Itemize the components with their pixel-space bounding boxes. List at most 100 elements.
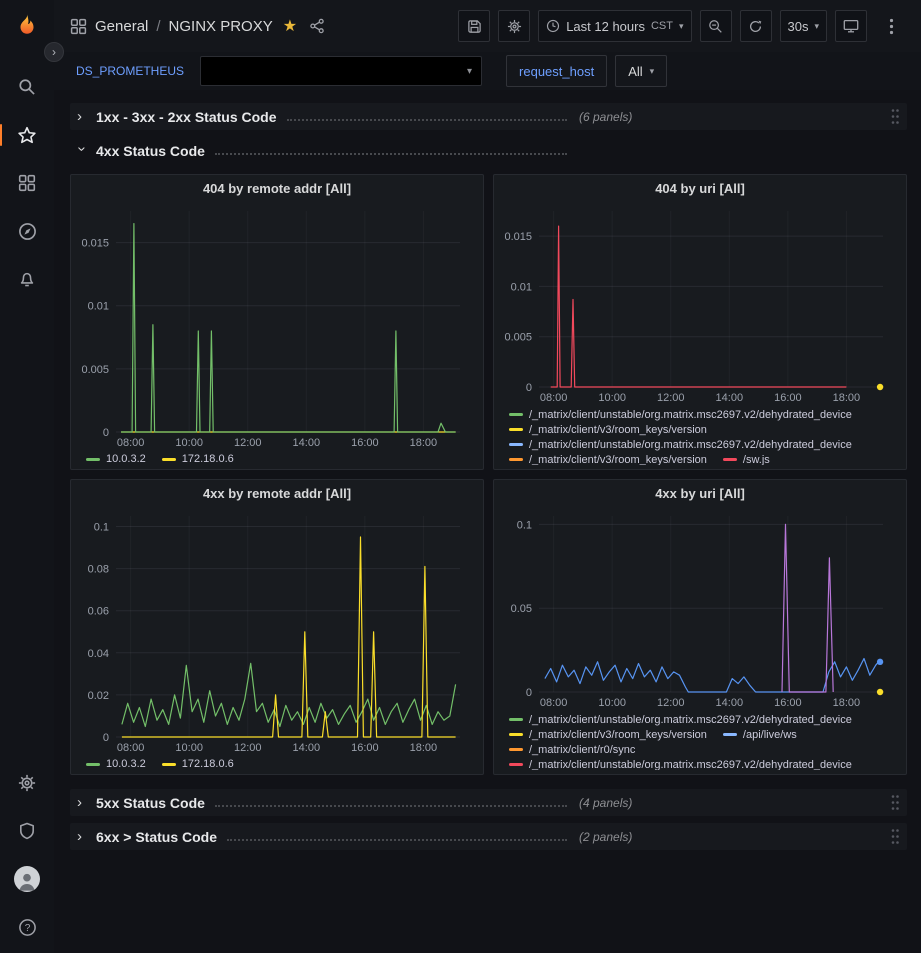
chevron-down-icon: ▾ — [679, 21, 684, 32]
variable-ds-prometheus-label[interactable]: DS_PROMETHEUS — [70, 64, 190, 78]
dashboard-row-6xx[interactable]: › 6xx > Status Code (2 panels) — [70, 823, 907, 850]
sidebar-item-starred[interactable] — [0, 111, 54, 159]
breadcrumb-dashboard-title[interactable]: NGINX PROXY — [169, 18, 273, 35]
row-drag-handle[interactable] — [890, 794, 900, 811]
tv-mode-button[interactable] — [835, 10, 867, 42]
svg-text:12:00: 12:00 — [657, 697, 685, 709]
row-title: 1xx - 3xx - 2xx Status Code — [96, 109, 277, 125]
legend-item[interactable]: /sw.js — [723, 454, 770, 465]
dashboard-row-5xx[interactable]: › 5xx Status Code (4 panels) — [70, 789, 907, 816]
timeseries-chart[interactable]: 00.050.108:0010:0012:0014:0016:0018:00 — [501, 508, 899, 711]
sidebar-item-alerting[interactable] — [0, 255, 54, 303]
grafana-flame-icon — [12, 12, 42, 42]
svg-text:16:00: 16:00 — [351, 742, 379, 754]
svg-text:08:00: 08:00 — [117, 437, 145, 449]
svg-text:14:00: 14:00 — [293, 742, 321, 754]
panel: 404 by uri [All] 00.0050.010.01508:0010:… — [493, 174, 907, 470]
panel-title[interactable]: 404 by uri [All] — [501, 175, 899, 203]
sidebar-item-explore[interactable] — [0, 207, 54, 255]
legend-item[interactable]: 10.0.3.2 — [86, 453, 146, 465]
legend-item[interactable]: /_matrix/client/unstable/org.matrix.msc2… — [509, 409, 852, 421]
panel-legend: 10.0.3.2 172.18.0.6 — [78, 450, 476, 465]
sidebar-item-search[interactable] — [0, 63, 54, 111]
timezone-label: CST — [651, 20, 673, 32]
svg-text:0.005: 0.005 — [504, 332, 532, 344]
legend-series-label: /api/live/ws — [743, 729, 797, 741]
svg-text:08:00: 08:00 — [540, 392, 568, 404]
legend-series-label: /sw.js — [743, 454, 770, 465]
request-host-label-text: request_host — [519, 64, 594, 79]
timeseries-chart[interactable]: 00.020.040.060.080.108:0010:0012:0014:00… — [78, 508, 476, 755]
row-panel-count: (6 panels) — [579, 110, 632, 124]
legend-item[interactable]: /_matrix/client/unstable/org.matrix.msc2… — [509, 714, 852, 726]
legend-item[interactable]: 172.18.0.6 — [162, 453, 234, 465]
svg-text:0.04: 0.04 — [88, 648, 109, 660]
sidebar-item-dashboards[interactable] — [0, 159, 54, 207]
grafana-logo[interactable] — [9, 9, 45, 45]
variable-request-host-label[interactable]: request_host — [506, 55, 607, 87]
svg-text:0.005: 0.005 — [81, 364, 109, 376]
legend-item[interactable]: /_matrix/client/v3/room_keys/version — [509, 729, 707, 741]
svg-text:0.06: 0.06 — [88, 606, 109, 618]
panel: 4xx by remote addr [All] 00.020.040.060.… — [70, 479, 484, 775]
svg-text:0.02: 0.02 — [88, 690, 109, 702]
sidebar-item-profile[interactable] — [0, 855, 54, 903]
refresh-interval-picker[interactable]: 30s ▾ — [780, 10, 828, 42]
timeseries-chart[interactable]: 00.0050.010.01508:0010:0012:0014:0016:00… — [501, 203, 899, 406]
legend-item[interactable]: /_matrix/client/r0/sync — [509, 744, 635, 756]
time-range-label: Last 12 hours — [566, 19, 645, 34]
legend-series-swatch — [509, 733, 523, 736]
legend-item[interactable]: 172.18.0.6 — [162, 758, 234, 770]
kebab-icon — [889, 18, 894, 35]
chevron-down-icon: ▾ — [814, 21, 819, 32]
panel-title[interactable]: 4xx by uri [All] — [501, 480, 899, 508]
panel-title[interactable]: 4xx by remote addr [All] — [78, 480, 476, 508]
dashboards-grid-icon — [18, 174, 36, 192]
legend-series-label: /_matrix/client/unstable/org.matrix.msc2… — [529, 409, 852, 421]
row-title-dots — [215, 805, 567, 807]
zoom-out-button[interactable] — [700, 10, 732, 42]
variable-ds-prometheus-value-dropdown[interactable]: ▾ — [200, 56, 482, 86]
svg-text:0: 0 — [103, 427, 109, 439]
legend-item[interactable]: 10.0.3.2 — [86, 758, 146, 770]
panel-title[interactable]: 404 by remote addr [All] — [78, 175, 476, 203]
panel: 4xx by uri [All] 00.050.108:0010:0012:00… — [493, 479, 907, 775]
legend-series-label: /_matrix/client/unstable/org.matrix.msc2… — [529, 714, 852, 726]
svg-text:0.08: 0.08 — [88, 564, 109, 576]
top-navbar: General / NGINX PROXY ★ — [54, 0, 921, 52]
panel-legend: /_matrix/client/unstable/org.matrix.msc2… — [501, 711, 899, 770]
time-range-picker[interactable]: Last 12 hours CST ▾ — [538, 10, 691, 42]
row-drag-handle[interactable] — [890, 828, 900, 845]
save-dashboard-button[interactable] — [458, 10, 490, 42]
legend-item[interactable]: /_matrix/client/unstable/org.matrix.msc2… — [509, 759, 852, 770]
monitor-icon — [843, 18, 859, 34]
variable-request-host-value-dropdown[interactable]: All ▾ — [615, 55, 667, 87]
dashboard-row-1xx-3xx-2xx[interactable]: › 1xx - 3xx - 2xx Status Code (6 panels) — [70, 103, 907, 130]
more-options-kebab-button[interactable] — [875, 10, 907, 42]
row-title: 6xx > Status Code — [96, 829, 217, 845]
dashboard-apps-icon — [70, 18, 87, 35]
refresh-button[interactable] — [740, 10, 772, 42]
avatar — [14, 866, 40, 892]
svg-text:0: 0 — [526, 382, 532, 394]
sidebar-item-configuration[interactable] — [0, 759, 54, 807]
legend-series-swatch — [509, 458, 523, 461]
row-drag-handle[interactable] — [890, 108, 900, 125]
legend-item[interactable]: /_matrix/client/v3/room_keys/version — [509, 454, 707, 465]
sidebar-item-help[interactable]: ? — [0, 903, 54, 951]
favorite-star-icon[interactable]: ★ — [283, 16, 297, 36]
svg-text:0.1: 0.1 — [94, 522, 109, 534]
sidebar-item-server-admin[interactable] — [0, 807, 54, 855]
dashboard-settings-button[interactable] — [498, 10, 530, 42]
legend-item[interactable]: /api/live/ws — [723, 729, 797, 741]
legend-item[interactable]: /_matrix/client/v3/room_keys/version — [509, 424, 707, 436]
dashboard-row-4xx[interactable]: › 4xx Status Code — [70, 137, 907, 164]
breadcrumb-section[interactable]: General — [95, 18, 148, 35]
sidebar-expand-button[interactable]: › — [44, 42, 64, 62]
row-title-dots — [227, 839, 567, 841]
legend-item[interactable]: /_matrix/client/unstable/org.matrix.msc2… — [509, 439, 852, 451]
share-button[interactable] — [305, 14, 329, 38]
timeseries-chart[interactable]: 00.0050.010.01508:0010:0012:0014:0016:00… — [78, 203, 476, 450]
svg-text:0.05: 0.05 — [511, 603, 532, 615]
legend-series-label: 172.18.0.6 — [182, 453, 234, 465]
